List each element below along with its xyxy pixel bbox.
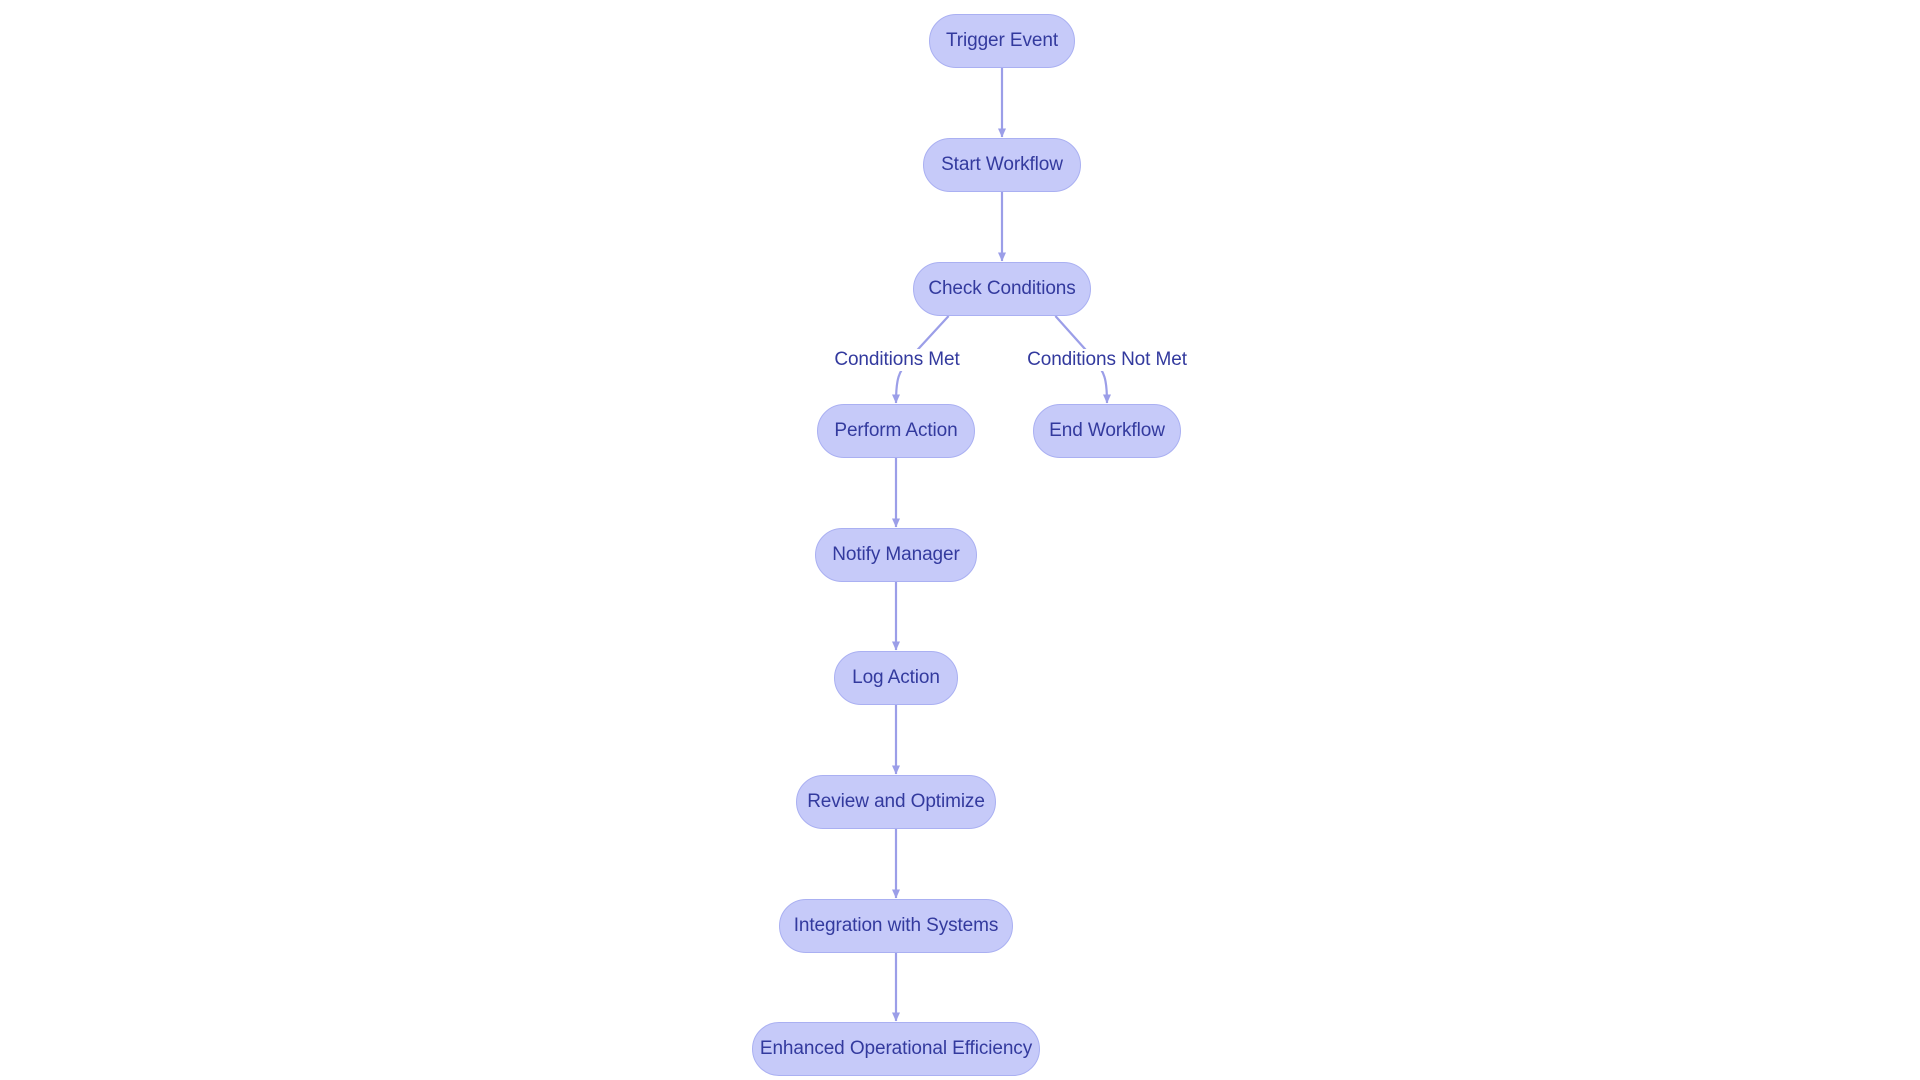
flow-node-end-workflow[interactable]: End Workflow xyxy=(1033,404,1181,458)
flow-node-review-optimize[interactable]: Review and Optimize xyxy=(796,775,996,829)
flow-node-trigger-event[interactable]: Trigger Event xyxy=(929,14,1075,68)
flow-node-check-conditions[interactable]: Check Conditions xyxy=(913,262,1091,316)
flow-node-start-workflow[interactable]: Start Workflow xyxy=(923,138,1081,192)
flowchart-canvas: Trigger Event Start Workflow Check Conditi… xyxy=(0,0,1920,1080)
flow-node-integration-systems[interactable]: Integration with Systems xyxy=(779,899,1013,953)
flow-node-notify-manager[interactable]: Notify Manager xyxy=(815,528,977,582)
edge-label-conditions-not-met: Conditions Not Met xyxy=(1024,349,1190,371)
flow-node-log-action[interactable]: Log Action xyxy=(834,651,958,705)
edge-label-conditions-met: Conditions Met xyxy=(831,349,963,371)
flow-node-enhanced-efficiency[interactable]: Enhanced Operational Efficiency xyxy=(752,1022,1040,1076)
flow-node-perform-action[interactable]: Perform Action xyxy=(817,404,975,458)
